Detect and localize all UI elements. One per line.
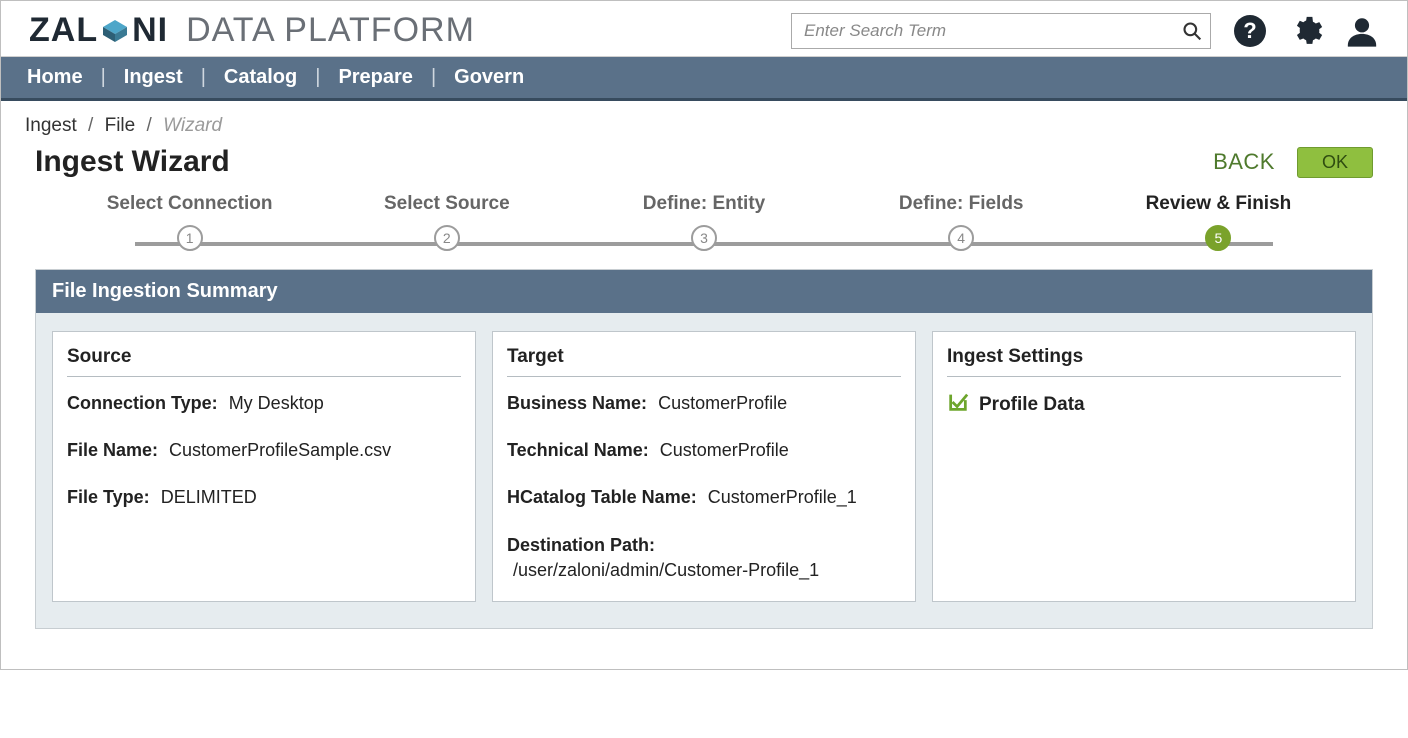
step-circle: 5 — [1205, 225, 1231, 251]
kv-key: Technical Name: — [507, 440, 649, 460]
search-wrap — [791, 13, 1211, 49]
panel-header: File Ingestion Summary — [36, 270, 1372, 313]
kv-connection-type: Connection Type: My Desktop — [67, 391, 461, 416]
user-icon[interactable] — [1345, 14, 1379, 48]
kv-key: File Type: — [67, 487, 150, 507]
nav-ingest[interactable]: Ingest — [110, 66, 197, 89]
back-button[interactable]: BACK — [1213, 149, 1275, 175]
kv-key: HCatalog Table Name: — [507, 487, 697, 507]
check-icon — [947, 391, 969, 419]
kv-value: CustomerProfile — [660, 440, 789, 460]
kv-hcatalog-name: HCatalog Table Name: CustomerProfile_1 — [507, 485, 901, 510]
kv-value: CustomerProfile — [658, 393, 787, 413]
nav-catalog[interactable]: Catalog — [210, 66, 311, 89]
search-icon[interactable] — [1179, 18, 1205, 44]
summary-panel: File Ingestion Summary Source Connection… — [35, 269, 1373, 629]
ingest-settings-card: Ingest Settings Profile Data — [932, 331, 1356, 602]
top-header: ZAL NI DATA PLATFORM — [1, 1, 1407, 57]
breadcrumb-ingest[interactable]: Ingest — [25, 115, 77, 136]
step-circle: 3 — [691, 225, 717, 251]
kv-value: CustomerProfile_1 — [708, 487, 857, 507]
card-title-source: Source — [67, 346, 461, 377]
svg-text:?: ? — [1243, 18, 1256, 43]
main-nav: Home | Ingest | Catalog | Prepare | Gove… — [1, 57, 1407, 101]
search-input[interactable] — [791, 13, 1211, 49]
kv-file-name: File Name: CustomerProfileSample.csv — [67, 438, 461, 463]
breadcrumb: Ingest / File / Wizard — [25, 115, 222, 137]
card-title-target: Target — [507, 346, 901, 377]
step-label: Define: Entity — [575, 193, 832, 215]
step-label: Select Connection — [61, 193, 318, 215]
help-icon[interactable]: ? — [1233, 14, 1267, 48]
wizard-stepper: Select Connection 1 Select Source 2 Defi… — [1, 193, 1407, 269]
brand-text-strong: ZAL — [29, 11, 98, 50]
kv-value: /user/zaloni/admin/Customer-Profile_1 — [513, 560, 819, 580]
gear-icon[interactable] — [1289, 14, 1323, 48]
kv-value: DELIMITED — [161, 487, 257, 507]
nav-govern[interactable]: Govern — [440, 66, 538, 89]
profile-data-setting: Profile Data — [947, 391, 1341, 419]
ok-button[interactable]: OK — [1297, 147, 1373, 178]
kv-business-name: Business Name: CustomerProfile — [507, 391, 901, 416]
profile-data-label: Profile Data — [979, 394, 1085, 416]
step-circle: 1 — [177, 225, 203, 251]
step-circle: 2 — [434, 225, 460, 251]
nav-home[interactable]: Home — [13, 66, 97, 89]
step-label: Select Source — [318, 193, 575, 215]
kv-destination-path: Destination Path: /user/zaloni/admin/Cus… — [507, 533, 901, 583]
breadcrumb-file[interactable]: File — [105, 115, 136, 136]
kv-file-type: File Type: DELIMITED — [67, 485, 461, 510]
nav-sep: | — [311, 66, 324, 89]
source-card: Source Connection Type: My Desktop File … — [52, 331, 476, 602]
brand-text-strong2: NI — [132, 11, 168, 50]
nav-prepare[interactable]: Prepare — [324, 66, 427, 89]
nav-sep: | — [97, 66, 110, 89]
brand-logo: ZAL NI DATA PLATFORM — [29, 11, 475, 50]
target-card: Target Business Name: CustomerProfile Te… — [492, 331, 916, 602]
nav-sep: | — [427, 66, 440, 89]
step-label: Define: Fields — [833, 193, 1090, 215]
card-title-settings: Ingest Settings — [947, 346, 1341, 377]
kv-key: Destination Path: — [507, 535, 655, 555]
breadcrumb-current: Wizard — [163, 115, 222, 136]
step-label: Review & Finish — [1090, 193, 1347, 215]
kv-key: Business Name: — [507, 393, 647, 413]
kv-key: Connection Type: — [67, 393, 218, 413]
step-circle: 4 — [948, 225, 974, 251]
brand-text-light: DATA PLATFORM — [186, 11, 475, 50]
nav-sep: | — [197, 66, 210, 89]
page-title: Ingest Wizard — [35, 145, 230, 179]
kv-key: File Name: — [67, 440, 158, 460]
brand-diamond-icon — [100, 16, 130, 46]
kv-technical-name: Technical Name: CustomerProfile — [507, 438, 901, 463]
kv-value: My Desktop — [229, 393, 324, 413]
kv-value: CustomerProfileSample.csv — [169, 440, 391, 460]
